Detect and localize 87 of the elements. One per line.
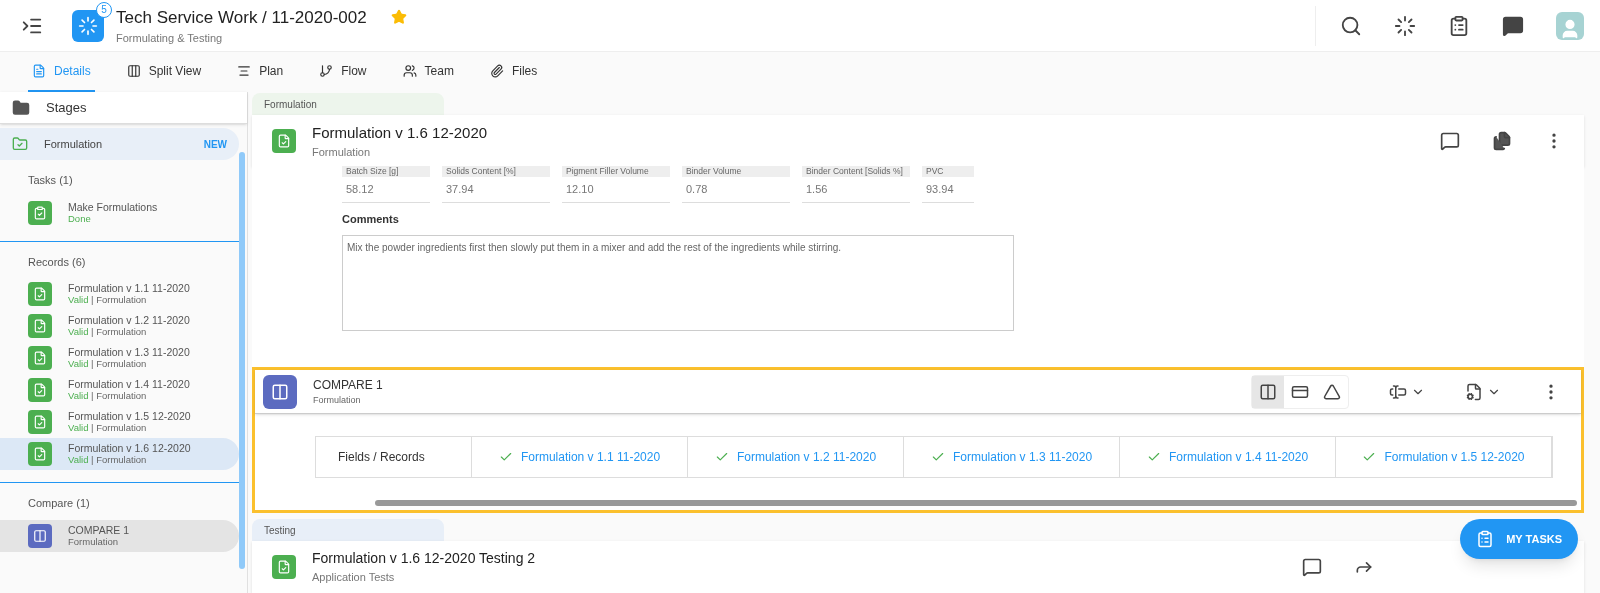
record-title: Formulation v 1.6 12-2020 Testing 2 [312,549,536,569]
check-icon [714,450,729,464]
people-icon [402,64,417,78]
document-check-icon [272,129,296,153]
field-label: Binder Volume [682,166,790,177]
branch-icon [319,64,334,78]
export-dropdown[interactable] [1465,382,1501,401]
document-check-icon [272,555,296,579]
stage-item[interactable]: Formulation NEW [0,128,239,160]
group-label: Formulation [252,93,444,115]
comments-label: Comments [342,211,400,227]
clipboard-icon [28,200,52,225]
sidebar-item[interactable]: Make Formulations Done [0,196,239,229]
horizontal-scrollbar[interactable] [375,500,1577,506]
paperclip-icon [489,64,504,78]
scrollbar[interactable] [239,152,245,569]
notification-badge: 5 [96,1,112,18]
document-check-icon [28,314,52,338]
check-icon [930,450,945,464]
lines-icon [237,64,252,78]
sidebar-title: Stages [46,98,87,117]
compare-icon [263,374,297,409]
sidebar-item[interactable]: Formulation v 1.2 11-2020 Valid | Formulation [0,310,239,342]
document-check-icon [28,378,52,402]
copy-icon[interactable] [1492,131,1512,151]
page-title: Tech Service Work / 11-2020-002 [116,6,367,29]
sidebar-item[interactable]: Formulation v 1.3 11-2020 Valid | Formulation [0,342,239,374]
check-icon [1362,450,1377,464]
comments-field[interactable]: Mix the powder ingredients first then slowly put them in a mixer and add the rest of the ingredients while stirring. [342,235,1014,331]
compare-title: COMPARE 1 [313,376,383,394]
columns-icon [1259,382,1277,401]
sidebar-item[interactable]: COMPARE 1 Formulation [0,519,239,552]
field-value: 58.12 [342,177,430,203]
columns-icon [126,64,141,78]
file-gear-icon [1465,382,1483,401]
sidebar-item[interactable]: Formulation v 1.5 12-2020 Valid | Formulation [0,406,239,438]
check-icon [1146,450,1161,464]
field-value: 0.78 [682,177,790,203]
folder-icon [12,98,30,117]
clipboard-icon [1476,530,1495,548]
section-heading: Records (6) [27,254,87,270]
sidebar-item[interactable]: Formulation v 1.6 12-2020 Valid | Formulation [0,438,239,470]
check-icon [498,450,513,464]
side-by-side-button[interactable] [1252,375,1284,408]
tab[interactable]: Team [398,52,458,92]
field-value: 12.10 [562,177,670,203]
field-select-dropdown[interactable] [1389,382,1425,401]
sidebar-item[interactable]: Formulation v 1.4 11-2020 Valid | Formulation [0,374,239,406]
document-check-icon [28,442,52,466]
tab[interactable]: Split View [122,52,206,92]
field-value: 93.94 [922,177,974,203]
section-heading: Tasks (1) [27,173,74,188]
sidebar-item[interactable]: Formulation v 1.1 11-2020 Valid | Formulation [0,278,239,310]
chat-icon[interactable] [1502,14,1524,37]
group-label: Testing [252,519,444,541]
favorite-star-icon[interactable] [390,9,407,26]
tab[interactable]: Flow [315,52,371,92]
compare-icon [28,523,52,548]
document-icon [32,64,46,78]
tab[interactable]: Plan [233,52,288,92]
document-check-icon [28,410,52,434]
record-subtitle: Application Tests [312,570,396,586]
document-check-icon [28,346,52,370]
triangle-icon [1323,382,1341,401]
tab[interactable]: Files [485,52,542,92]
field-label: Binder Content [Solids %] [802,166,910,177]
compare-subtitle: Formulation [313,393,362,407]
document-check-icon [28,282,52,306]
page-subtitle: Formulating & Testing [116,31,224,46]
field-label: Pigment Filler Volume [562,166,670,177]
folder-check-icon [12,136,28,152]
field-value: 1.56 [802,177,910,203]
text-field-icon [1389,382,1407,401]
clipboard-icon[interactable] [1448,14,1470,37]
search-icon[interactable] [1340,14,1362,37]
record-subtitle: Formulation [312,145,372,160]
comment-icon[interactable] [1302,557,1322,577]
field-label: PVC [922,166,974,177]
record-title: Formulation v 1.6 12-2020 [312,122,488,143]
field-label: Solids Content [%] [442,166,550,177]
field-label: Batch Size [g] [342,166,430,177]
comment-icon[interactable] [1440,131,1460,151]
new-label: NEW [203,137,227,152]
spinner-icon[interactable] [1394,14,1416,37]
field-value: 37.94 [442,177,550,203]
section-heading: Compare (1) [27,496,91,511]
column-header: Fields / Records [316,437,472,477]
